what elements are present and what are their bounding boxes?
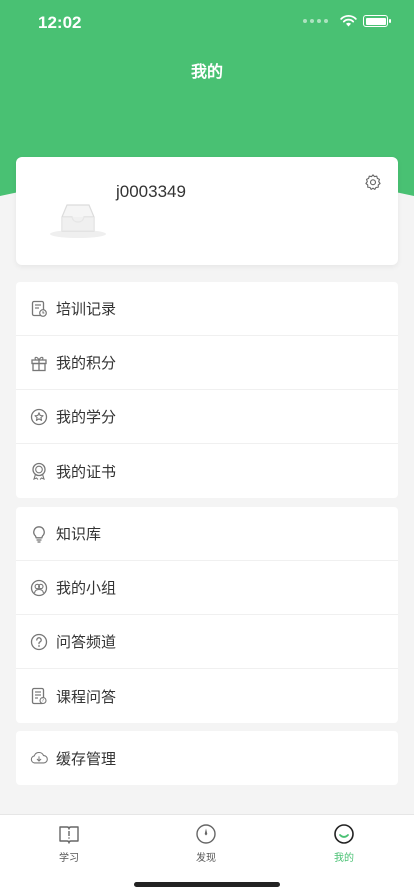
profile-card[interactable]: j0003349 [16, 157, 398, 265]
question-icon [30, 633, 48, 651]
menu-item-knowledge-base[interactable]: 知识库 [16, 507, 398, 561]
menu-label: 缓存管理 [56, 749, 117, 768]
star-badge-icon [30, 408, 48, 426]
status-icons [303, 15, 391, 27]
cloud-download-icon [30, 749, 48, 767]
menu-label: 我的证书 [56, 462, 117, 481]
status-bar: 12:02 [0, 0, 414, 44]
tab-study[interactable]: 学习 [29, 823, 109, 864]
wifi-icon [340, 15, 357, 27]
menu-group-records: 培训记录 我的积分 我的学分 我的证书 [16, 282, 398, 498]
compass-icon [196, 824, 216, 844]
settings-gear-icon[interactable] [364, 173, 382, 191]
smile-icon [334, 824, 354, 844]
menu-group-knowledge: 知识库 我的小组 问答频道 ? 课程问答 [16, 507, 398, 723]
menu-item-my-certificates[interactable]: 我的证书 [16, 444, 398, 498]
username: j0003349 [116, 182, 186, 201]
tab-discover[interactable]: 发现 [166, 823, 246, 864]
book-icon [59, 826, 79, 844]
menu-group-cache: 缓存管理 [16, 731, 398, 785]
menu-item-my-credits[interactable]: 我的学分 [16, 390, 398, 444]
menu-label: 我的学分 [56, 408, 117, 426]
menu-label: 问答频道 [56, 633, 117, 651]
lightbulb-icon [30, 525, 48, 543]
menu-item-my-points[interactable]: 我的积分 [16, 336, 398, 390]
gift-icon [30, 354, 48, 372]
avatar-placeholder-icon [50, 204, 106, 238]
certificate-icon [30, 462, 48, 480]
tab-mine[interactable]: 我的 [304, 823, 384, 864]
tab-label: 发现 [196, 853, 216, 864]
tab-label: 学习 [59, 853, 79, 864]
menu-item-training-record[interactable]: 培训记录 [16, 282, 398, 336]
status-time: 12:02 [38, 13, 82, 32]
menu-item-course-qa[interactable]: ? 课程问答 [16, 669, 398, 723]
training-record-icon [30, 300, 48, 318]
menu-label: 课程问答 [56, 687, 117, 706]
menu-item-cache-management[interactable]: 缓存管理 [16, 731, 398, 785]
tab-label: 我的 [334, 853, 354, 864]
battery-icon [363, 15, 391, 27]
menu-item-qa-channel[interactable]: 问答频道 [16, 615, 398, 669]
menu-label: 我的积分 [56, 354, 117, 372]
home-indicator [134, 882, 280, 887]
menu-label: 知识库 [56, 525, 102, 543]
course-qa-icon: ? [30, 687, 48, 705]
menu-label: 培训记录 [56, 300, 117, 318]
signal-icon [303, 19, 328, 23]
group-icon [30, 579, 48, 597]
page-title: 我的 [190, 62, 223, 81]
menu-item-my-group[interactable]: 我的小组 [16, 561, 398, 615]
menu-label: 我的小组 [56, 579, 117, 597]
